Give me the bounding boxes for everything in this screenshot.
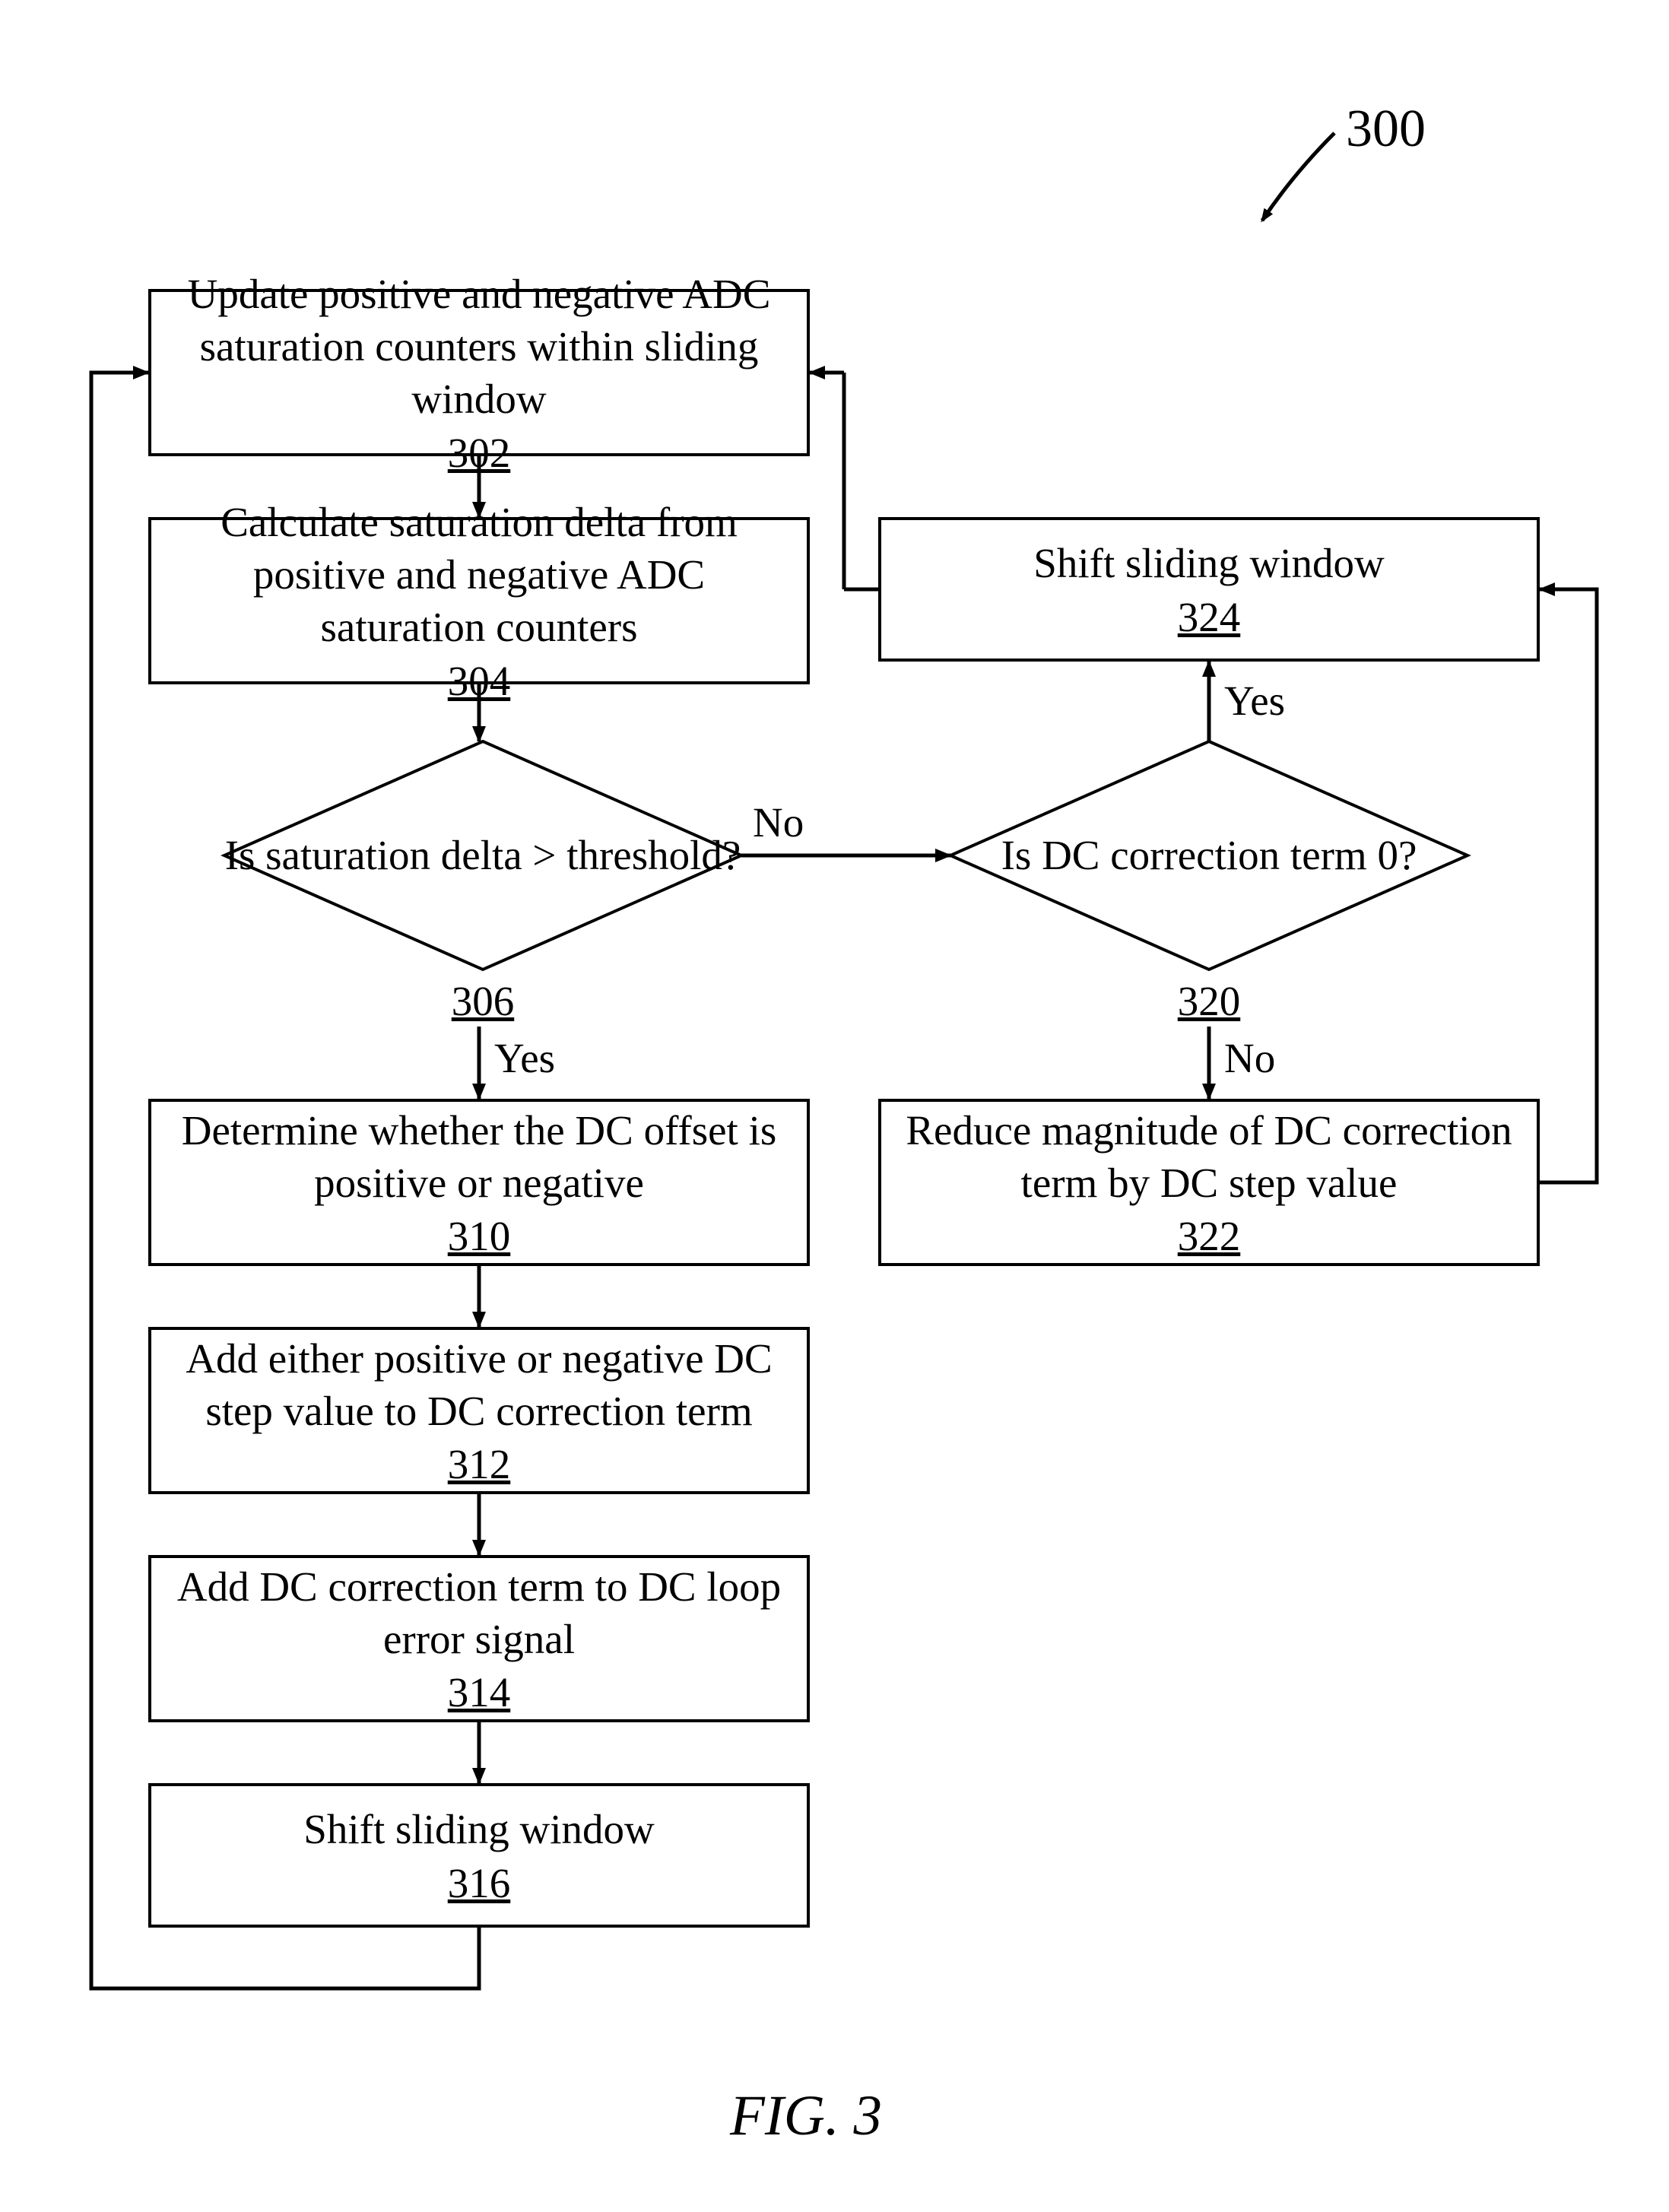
- edge-label-320-no: No: [1224, 1034, 1275, 1082]
- edge-label-306-no: No: [753, 798, 804, 846]
- figure-caption: FIG. 3: [730, 2083, 882, 2149]
- edge-label-306-yes: Yes: [494, 1034, 555, 1082]
- flowchart-page: 300 Update positive and negative ADC sat…: [0, 0, 1669, 2212]
- edge-label-320-yes: Yes: [1224, 677, 1285, 725]
- flowchart-connectors: [0, 0, 1669, 2212]
